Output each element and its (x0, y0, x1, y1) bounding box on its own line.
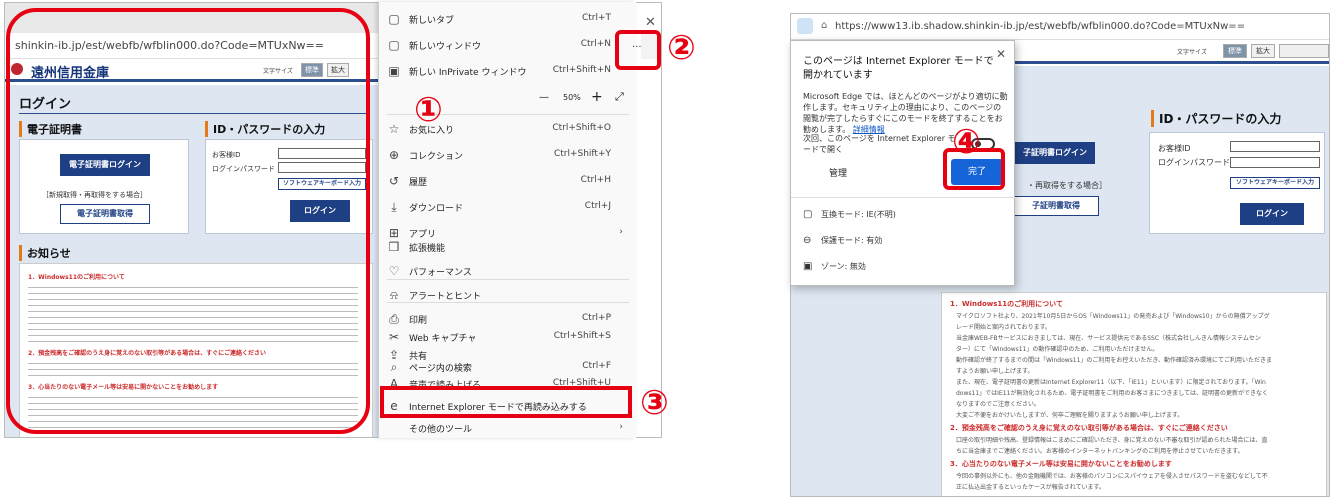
menu-item-new-window[interactable]: ▢ 新しいウィンドウ Ctrl+N (379, 32, 637, 58)
menu-divider (387, 302, 629, 303)
step-marker-4: ④ (952, 122, 981, 162)
menu-item-print[interactable]: ⎙ 印刷 Ctrl+P (379, 306, 637, 326)
cert-get-button[interactable]: 子証明書取得 (1013, 196, 1099, 216)
customer-id-label: お客様ID (1158, 144, 1191, 153)
news-line: 今回の事例以外にも、他の金融機関では、お客様のパソコンにスパイウェアを侵入させパ… (956, 473, 1268, 480)
menu-item-history[interactable]: ↺ 履歴 Ctrl+H (379, 168, 637, 194)
login-password-label: ログインパスワード (1158, 158, 1230, 167)
idpw-panel: お客様ID ログインパスワード ソフトウェアキーボード入力 ログイン (1149, 132, 1325, 234)
news-line: レード開始と案内されております。 (956, 324, 1052, 331)
font-size-label: 文字サイズ (1177, 49, 1207, 56)
step-marker-1: ① (414, 90, 443, 130)
cert-note: ・再取得をする場合］ (1027, 181, 1107, 190)
chevron-right-icon: › (619, 422, 623, 432)
shield-icon: ⊖ (803, 235, 812, 246)
ie-mode-icon[interactable] (797, 18, 813, 34)
news-line: 正に払込出金するといったケースが報告されています。 (956, 484, 1105, 491)
zoom-value: 50% (563, 93, 581, 102)
news-line: dows11」ではIE11が無効化されるため、電子証明書をご利用のお客さまにつき… (956, 390, 1269, 397)
menu-item-extensions[interactable]: ❒ 拡張機能 (379, 234, 637, 256)
news-line: ちに当金庫までご連絡ください。お客様のインターネットバンキングのご利用を停止させ… (956, 448, 1244, 455)
font-large-button[interactable]: 拡大 (1251, 44, 1275, 58)
history-icon: ↺ (388, 174, 400, 188)
bell-icon: ⍾ (390, 288, 398, 302)
star-icon: ☆ (388, 122, 400, 136)
menu-item-new-tab[interactable]: ▢ 新しいタブ Ctrl+T (379, 6, 637, 32)
fullscreen-icon[interactable]: ⤢ (615, 90, 624, 104)
new-tab-icon: ▢ (388, 12, 400, 26)
menu-item-collections[interactable]: ⊕ コレクション Ctrl+Shift+Y (379, 142, 637, 168)
edge-settings-menu: ▢ 新しいタブ Ctrl+T ▢ 新しいウィンドウ Ctrl+N ▣ 新しい InPriv… (378, 2, 636, 438)
address-bar[interactable]: https://www13.ib.shadow.shinkin-ib.jp/es… (835, 21, 1245, 32)
collections-icon: ⊕ (388, 148, 400, 162)
performance-icon: ♡ (388, 264, 400, 278)
news-line: 大変ご不便をおかけいたしますが、何卒ご理解を賜りますようお願い申し上げます。 (956, 412, 1184, 419)
login-button[interactable]: ログイン (1240, 203, 1304, 225)
news-line: すようお願い申し上げます。 (956, 368, 1034, 375)
lock-icon: ⌂ (821, 20, 828, 31)
news-panel: 1．Windows11のご利用について マイクロソフト社より、2021年10月5… (941, 292, 1327, 496)
idpw-heading: ID・パスワードの入力 (1151, 110, 1281, 127)
news-line: なりますのでご注意ください。 (956, 401, 1041, 408)
login-password-input[interactable] (1230, 157, 1320, 168)
menu-item-find[interactable]: ⌕ ページ内の検索 Ctrl+F (379, 354, 637, 376)
new-window-icon: ▢ (388, 38, 400, 52)
cert-login-button[interactable]: 子証明書ログイン (1015, 142, 1095, 164)
menu-item-downloads[interactable]: ⤓ ダウンロード Ctrl+J (379, 194, 637, 220)
news-line: ター）にて「Windows11」の動作確認中のため、ご利用いただけません。 (956, 346, 1159, 353)
news-line: 動作確認が終了するまでの間は「Windows11」のご利用をお控えいただき、動作… (956, 357, 1273, 364)
highlight-ie-mode-item (380, 386, 632, 418)
zoom-in-button[interactable]: + (591, 89, 603, 105)
compat-mode-row: ▢ 互換モード: IE(不明) (803, 209, 896, 220)
extensions-icon: ❒ (388, 240, 400, 254)
menu-item-more-tools[interactable]: その他のツール › (379, 418, 637, 438)
protected-mode-row: ⊖ 保護モード: 有効 (803, 235, 883, 246)
news-line: マイクロソフト社より、2021年10月5日からOS「Windows11」の発売お… (956, 313, 1270, 320)
news-line: 口座の取引明細や残高、登録情報はこまめにご確認いただき、身に覚えのない不審な取引… (956, 437, 1268, 444)
toggle-label: 次回、このページを Internet Explorer モードで開く (803, 134, 956, 154)
close-icon[interactable]: ✕ (645, 15, 656, 30)
help-button[interactable] (1279, 44, 1329, 58)
menu-divider (387, 279, 629, 280)
menu-item-web-capture[interactable]: ✂ Web キャプチャ Ctrl+Shift+S (379, 324, 637, 344)
page-icon: ▢ (803, 209, 813, 220)
inprivate-icon: ▣ (388, 64, 400, 78)
zone-row: ▣ ゾーン: 無効 (803, 261, 866, 272)
zoom-out-button[interactable]: — (539, 92, 549, 103)
news-title: 1．Windows11のご利用について (950, 300, 1063, 308)
news-title: 3．心当たりのない電子メール等は安易に開かないことをお勧めします (950, 460, 1172, 468)
address-bar-row: ⌂ https://www13.ib.shadow.shinkin-ib.jp/… (791, 14, 1329, 40)
menu-item-performance[interactable]: ♡ パフォーマンス (379, 258, 637, 278)
menu-item-label: その他のツール (409, 425, 473, 435)
customer-id-input[interactable] (1230, 141, 1320, 152)
news-title: 2．預金残高をご確認のうえ身に覚えのない取引等がある場合は、すぐにご連絡ください (950, 424, 1228, 432)
more-options-icon[interactable]: ··· (632, 42, 642, 53)
step-marker-2: ② (667, 28, 696, 68)
news-line: 当金庫WEB-FBサービスにおきましては、現在、サービス提供元であるSSC（株式… (956, 335, 1261, 342)
popup-divider (791, 197, 1016, 198)
download-icon: ⤓ (391, 200, 397, 214)
highlight-page-content (6, 8, 370, 434)
news-line: また、現在、電子証明書の更新はInternet Explorer11（以下、「I… (956, 379, 1266, 386)
popup-title: このページは Internet Explorer モードで開かれています (803, 56, 994, 81)
manage-button[interactable]: 管理 (803, 163, 873, 185)
menu-item-alerts[interactable]: ⍾ アラートとヒント (379, 282, 637, 302)
font-standard-button[interactable]: 標準 (1223, 44, 1247, 58)
step-marker-3: ③ (640, 383, 669, 423)
software-keyboard-button[interactable]: ソフトウェアキーボード入力 (1230, 177, 1320, 189)
find-icon: ⌕ (390, 360, 398, 374)
zone-icon: ▣ (803, 261, 813, 272)
menu-item-inprivate[interactable]: ▣ 新しい InPrivate ウィンドウ Ctrl+Shift+N (379, 58, 637, 84)
